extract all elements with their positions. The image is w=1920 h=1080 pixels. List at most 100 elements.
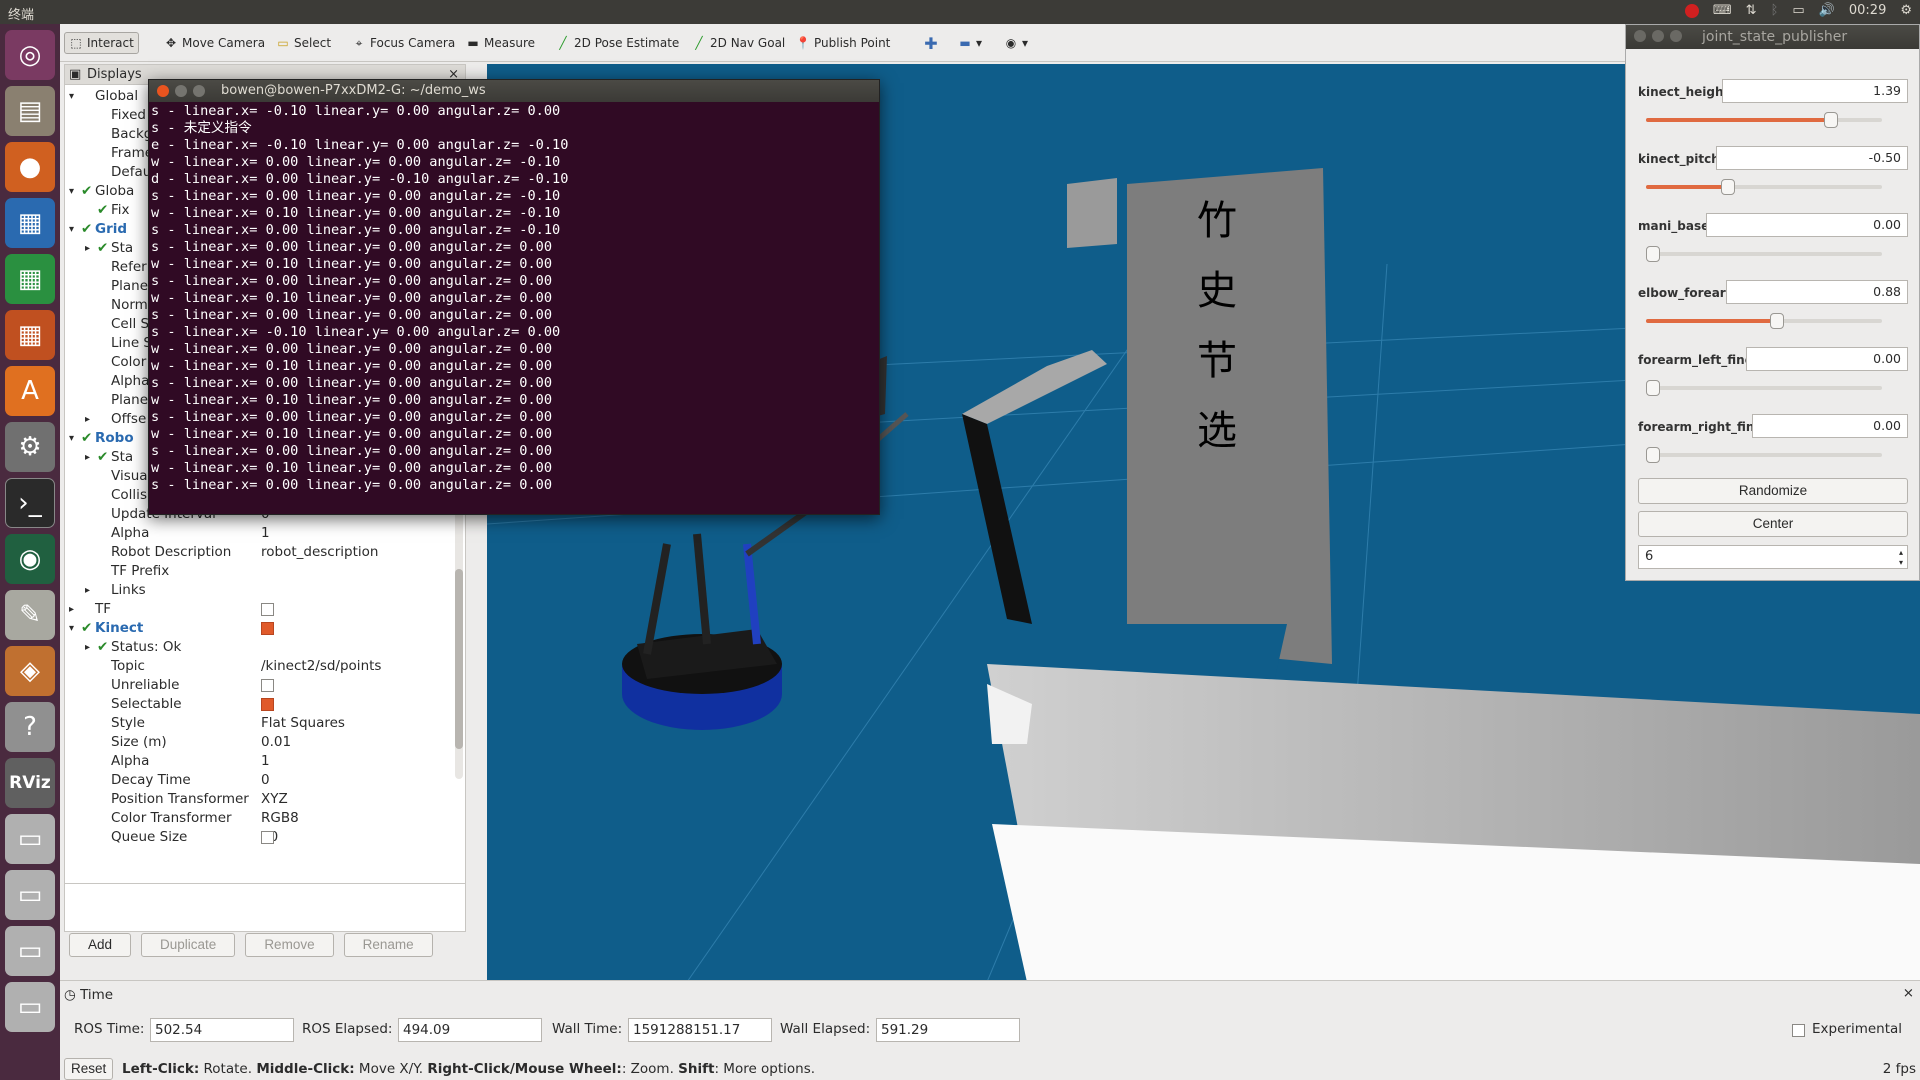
spin-box[interactable]: 6 ▴ ▾ (1638, 545, 1908, 569)
focus-camera-tool-button[interactable]: ⌖ Focus Camera (348, 32, 459, 54)
property-row[interactable]: Color Transformer RGB8 (65, 809, 465, 828)
battery-icon[interactable]: ▭ (1792, 3, 1804, 18)
expand-arrow-icon[interactable]: ▸ (69, 600, 74, 619)
expand-arrow-icon[interactable]: ▸ (85, 410, 90, 429)
text-editor-icon[interactable]: ✎ (5, 590, 55, 640)
expand-arrow-icon[interactable]: ▾ (69, 182, 74, 201)
add-tool-button[interactable]: ✚ (920, 32, 942, 54)
software-center-icon[interactable]: A (5, 366, 55, 416)
expand-arrow-icon[interactable]: ▾ (69, 87, 74, 106)
firefox-icon[interactable]: ● (5, 142, 55, 192)
property-row[interactable]: TF Prefix (65, 562, 465, 581)
help-icon[interactable]: ? (5, 702, 55, 752)
joint-value-field[interactable]: 0.00 (1706, 213, 1908, 237)
bluetooth-icon[interactable]: ᛒ (1771, 3, 1779, 18)
expand-arrow-icon[interactable]: ▸ (85, 638, 90, 657)
property-row[interactable]: Topic/kinect2/sd/points (65, 657, 465, 676)
publish-point-tool-button[interactable]: 📍 Publish Point (792, 32, 894, 54)
property-value[interactable]: 0 (261, 771, 270, 790)
expand-arrow-icon[interactable]: ▾ (69, 619, 74, 638)
property-checkbox[interactable] (261, 679, 274, 692)
property-row[interactable]: Alpha 1 (65, 524, 465, 543)
gear-icon[interactable]: ⚙ (1900, 3, 1912, 18)
property-value[interactable]: RGB8 (261, 809, 299, 828)
interact-tool-button[interactable]: ⬚ Interact (64, 32, 139, 54)
maximize-icon[interactable] (193, 85, 205, 97)
view-tool-button[interactable]: ◉ ▾ (1000, 32, 1032, 54)
joint-slider[interactable] (1646, 313, 1882, 329)
terminal-icon[interactable]: ›_ (5, 478, 55, 528)
property-row[interactable]: Decay Time 0 (65, 771, 465, 790)
calc-icon[interactable]: ▦ (5, 254, 55, 304)
joint-slider[interactable] (1646, 179, 1882, 195)
property-checkbox[interactable] (261, 603, 274, 616)
expand-arrow-icon[interactable]: ▾ (69, 220, 74, 239)
property-checkbox[interactable] (261, 698, 274, 711)
move-camera-tool-button[interactable]: ✥ Move Camera (160, 32, 269, 54)
jsp-titlebar[interactable]: joint_state_publisher (1626, 25, 1919, 49)
joint-slider[interactable] (1646, 246, 1882, 262)
center-button[interactable]: Center (1638, 511, 1908, 537)
maximize-icon[interactable] (1670, 30, 1682, 42)
rename-display-button[interactable]: Rename (343, 933, 433, 957)
joint-slider[interactable] (1646, 380, 1882, 396)
wall-time-field[interactable]: 1591288151.17 (628, 1018, 772, 1042)
property-value[interactable]: 1 (261, 524, 270, 543)
duplicate-display-button[interactable]: Duplicate (141, 933, 236, 957)
minimize-icon[interactable] (1652, 30, 1664, 42)
joint-slider[interactable] (1646, 112, 1882, 128)
property-row[interactable]: ▸ TF (65, 600, 465, 619)
slider-handle[interactable] (1721, 179, 1736, 195)
reset-button[interactable]: Reset (64, 1058, 114, 1080)
add-display-button[interactable]: Add (69, 933, 132, 957)
slider-handle[interactable] (1823, 112, 1838, 128)
wall-elapsed-field[interactable]: 591.29 (876, 1018, 1020, 1042)
expand-arrow-icon[interactable]: ▸ (85, 448, 90, 467)
measure-tool-button[interactable]: ▬ Measure (462, 32, 539, 54)
spin-arrows-icon[interactable]: ▴ ▾ (1899, 548, 1903, 568)
property-value[interactable]: robot_description (261, 543, 378, 562)
files-icon[interactable]: ▤ (5, 86, 55, 136)
disk-icon[interactable]: ▭ (5, 982, 55, 1032)
impress-icon[interactable]: ▦ (5, 310, 55, 360)
keyboard-icon[interactable]: ⌨ (1713, 3, 1732, 18)
property-checkbox[interactable] (261, 622, 274, 635)
terminal-output[interactable]: s - linear.x= -0.10 linear.y= 0.00 angul… (149, 102, 879, 494)
property-row[interactable]: Robot Description robot_description (65, 543, 465, 562)
remove-display-button[interactable]: Remove (245, 933, 334, 957)
property-row[interactable]: Size (m) 0.01 (65, 733, 465, 752)
property-row[interactable]: Position Transformer XYZ (65, 790, 465, 809)
expand-arrow-icon[interactable]: ▸ (85, 581, 90, 600)
pose-estimate-tool-button[interactable]: ╱ 2D Pose Estimate (552, 32, 683, 54)
property-value[interactable]: 1 (261, 752, 270, 771)
terminal-window[interactable]: bowen@bowen-P7xxDM2-G: ~/demo_ws s - lin… (148, 79, 880, 515)
box-icon[interactable]: ◈ (5, 646, 55, 696)
disk-icon[interactable]: ▭ (5, 814, 55, 864)
property-row[interactable]: ▸ Links (65, 581, 465, 600)
writer-icon[interactable]: ▦ (5, 198, 55, 248)
property-value[interactable]: XYZ (261, 790, 288, 809)
select-tool-button[interactable]: ▭ Select (272, 32, 335, 54)
joint-value-field[interactable]: 1.39 (1722, 79, 1908, 103)
joint-value-field[interactable]: 0.00 (1746, 347, 1908, 371)
property-row[interactable]: ▸ ✔ Status: Ok (65, 638, 465, 657)
slider-handle[interactable] (1646, 380, 1660, 396)
expand-arrow-icon[interactable]: ▾ (69, 429, 74, 448)
globe-icon[interactable]: ◉ (5, 534, 55, 584)
volume-icon[interactable]: 🔊 (1819, 3, 1835, 18)
property-value[interactable]: Flat Squares (261, 714, 345, 733)
minimize-icon[interactable] (175, 85, 187, 97)
ros-elapsed-field[interactable]: 494.09 (398, 1018, 542, 1042)
clock[interactable]: 00:29 (1849, 3, 1886, 18)
property-row[interactable]: Unreliable (65, 676, 465, 695)
randomize-button[interactable]: Randomize (1638, 478, 1908, 504)
property-row[interactable]: Queue Size10 (65, 828, 465, 847)
slider-handle[interactable] (1646, 246, 1660, 262)
property-value[interactable]: 0.01 (261, 733, 291, 752)
disk-icon[interactable]: ▭ (5, 926, 55, 976)
property-row[interactable]: Selectable (65, 695, 465, 714)
property-value[interactable]: /kinect2/sd/points (261, 657, 381, 676)
record-icon[interactable] (1684, 3, 1699, 18)
property-row[interactable]: Alpha 1 (65, 752, 465, 771)
remove-tool-button[interactable]: ▬ ▾ (954, 32, 986, 54)
